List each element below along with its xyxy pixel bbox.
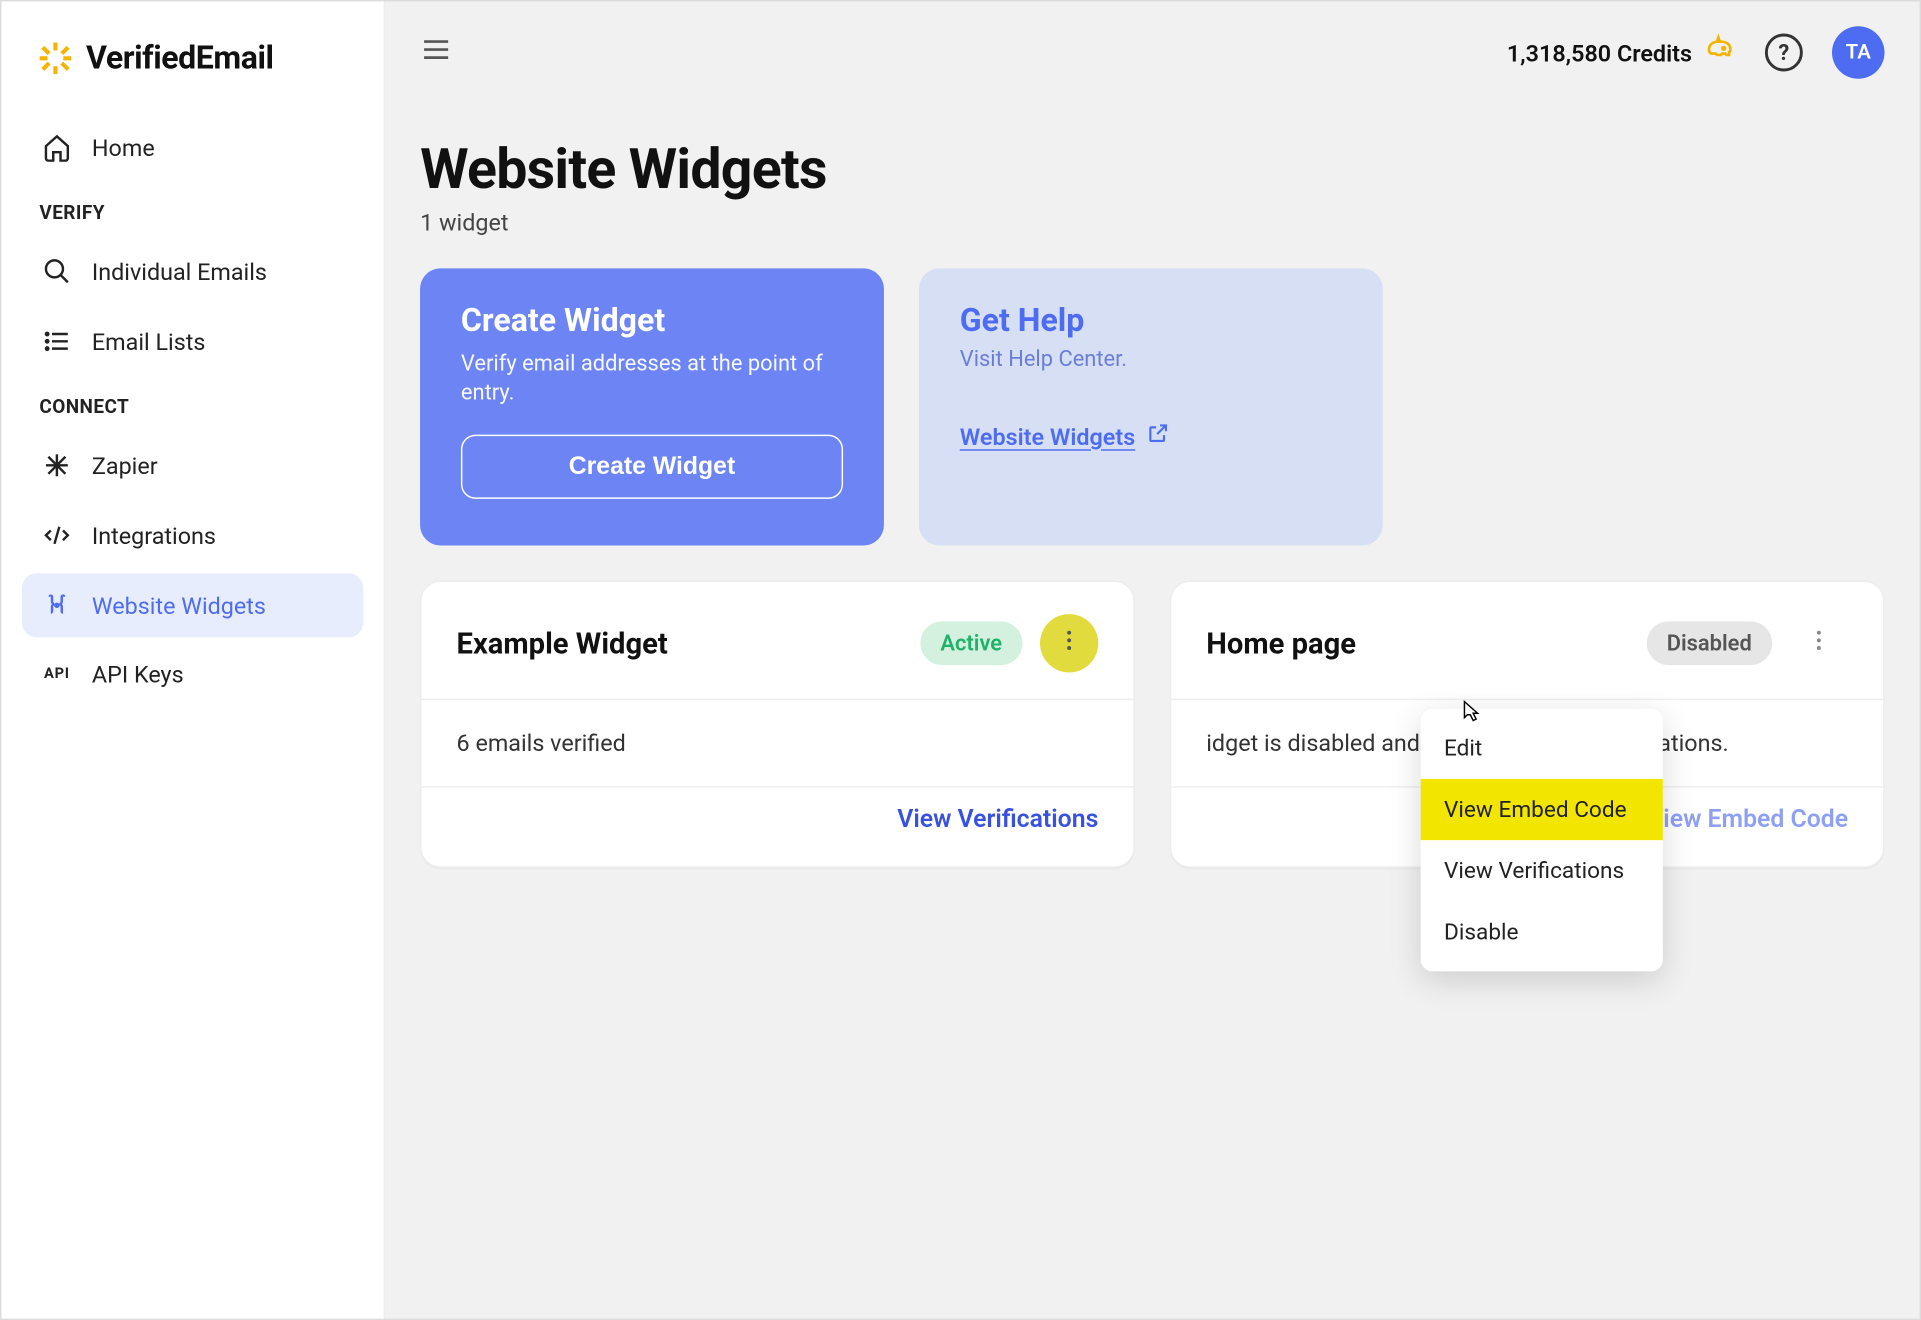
- topbar: 1,318,580 Credits ? TA: [385, 1, 1919, 103]
- widget-name: Home page: [1206, 626, 1356, 661]
- get-help-card: Get Help Visit Help Center. Website Widg…: [919, 268, 1383, 545]
- view-embed-code-link[interactable]: View Embed Code: [1647, 805, 1848, 834]
- page-subtitle: 1 widget: [420, 209, 1884, 237]
- widget-menu-button[interactable]: [1790, 614, 1848, 672]
- nav-individual-emails-label: Individual Emails: [92, 257, 267, 285]
- credits-display[interactable]: 1,318,580 Credits: [1507, 34, 1736, 72]
- widget-card: Example Widget Active 6 emails verified …: [420, 581, 1135, 868]
- nav-home-label: Home: [92, 133, 155, 161]
- main-content: 1,318,580 Credits ? TA Website Widgets 1…: [385, 1, 1919, 1318]
- status-badge: Disabled: [1646, 621, 1772, 665]
- create-widget-button[interactable]: Create Widget: [461, 434, 843, 498]
- more-vertical-icon: [1806, 627, 1832, 659]
- menu-toggle-icon[interactable]: [420, 34, 452, 72]
- nav-zapier-label: Zapier: [92, 451, 158, 479]
- nav-api-keys[interactable]: API API Keys: [22, 643, 363, 706]
- logo-mark-icon: [36, 39, 74, 77]
- nav-website-widgets-label: Website Widgets: [92, 591, 266, 619]
- piggy-bank-icon: [1704, 34, 1736, 72]
- list-icon: [42, 327, 71, 356]
- nav-integrations-label: Integrations: [92, 521, 216, 549]
- create-widget-desc: Verify email addresses at the point of e…: [461, 349, 843, 408]
- widget-menu-button[interactable]: [1040, 614, 1098, 672]
- zapier-icon: [42, 451, 71, 480]
- nav-website-widgets[interactable]: Website Widgets: [22, 573, 363, 637]
- help-link-text: Website Widgets: [960, 422, 1135, 450]
- menu-view-embed-code[interactable]: View Embed Code: [1421, 779, 1663, 840]
- nav-home[interactable]: Home: [22, 115, 363, 179]
- more-vertical-icon: [1056, 627, 1082, 659]
- widget-actions-menu: Edit View Embed Code View Verifications …: [1421, 709, 1663, 972]
- nav-integrations[interactable]: Integrations: [22, 503, 363, 567]
- app-logo[interactable]: VerifiedEmail: [22, 31, 363, 113]
- api-icon: API: [42, 667, 71, 683]
- credits-text: 1,318,580 Credits: [1507, 39, 1692, 67]
- app-name: VerifiedEmail: [86, 40, 274, 76]
- nav-email-lists[interactable]: Email Lists: [22, 309, 363, 373]
- external-link-icon: [1147, 422, 1170, 451]
- code-icon: [42, 521, 71, 550]
- status-badge: Active: [920, 621, 1022, 665]
- menu-disable[interactable]: Disable: [1421, 901, 1663, 962]
- get-help-title: Get Help: [960, 303, 1342, 339]
- create-widget-title: Create Widget: [461, 303, 843, 339]
- nav-zapier[interactable]: Zapier: [22, 433, 363, 497]
- page-header: Website Widgets 1 widget: [385, 104, 1919, 254]
- nav-section-verify: VERIFY: [22, 182, 363, 236]
- view-verifications-link[interactable]: View Verifications: [897, 805, 1098, 834]
- avatar-initials: TA: [1846, 41, 1871, 64]
- nav-api-keys-label: API Keys: [92, 661, 184, 689]
- menu-view-verifications[interactable]: View Verifications: [1421, 840, 1663, 901]
- nav-section-connect: CONNECT: [22, 376, 363, 430]
- create-widget-card: Create Widget Verify email addresses at …: [420, 268, 884, 545]
- widget-name: Example Widget: [457, 626, 668, 661]
- menu-edit[interactable]: Edit: [1421, 718, 1663, 779]
- page-title: Website Widgets: [420, 139, 1884, 203]
- nav-individual-emails[interactable]: Individual Emails: [22, 239, 363, 303]
- get-help-desc: Visit Help Center.: [960, 346, 1342, 372]
- help-center-link[interactable]: Website Widgets: [960, 422, 1170, 451]
- nav-email-lists-label: Email Lists: [92, 327, 206, 355]
- widget-icon: [42, 591, 71, 620]
- sidebar: VerifiedEmail Home VERIFY Individual Ema…: [1, 1, 385, 1318]
- search-icon: [42, 257, 71, 286]
- help-button[interactable]: ?: [1765, 34, 1803, 72]
- user-avatar[interactable]: TA: [1832, 26, 1885, 79]
- home-icon: [42, 133, 71, 162]
- question-icon: ?: [1778, 39, 1789, 65]
- widget-body-text: 6 emails verified: [422, 700, 1134, 786]
